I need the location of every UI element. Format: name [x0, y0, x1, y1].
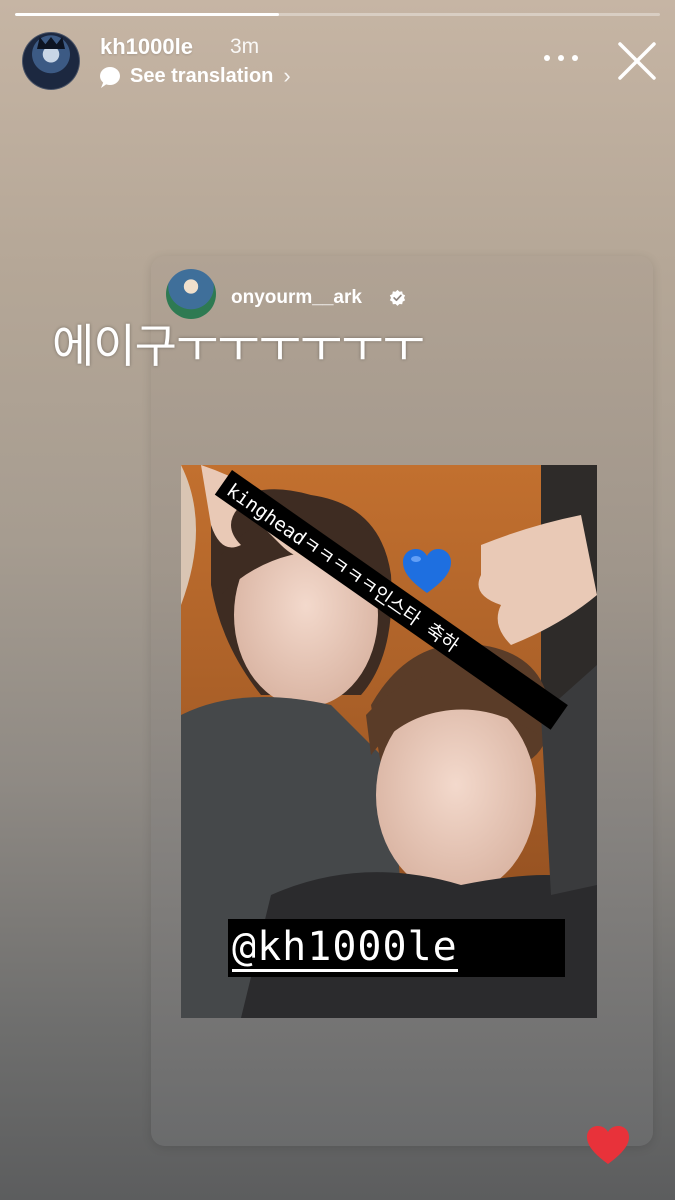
verified-badge-icon — [389, 289, 406, 306]
story-time-ago: 3m — [230, 35, 260, 58]
mention-sticker[interactable]: @kh1000le — [228, 919, 565, 977]
story-caption-text: 에이구ㅜㅜㅜㅜㅜㅜ — [52, 319, 425, 373]
speech-bubble-icon — [100, 67, 120, 85]
heart-icon[interactable] — [585, 1124, 631, 1166]
story-username[interactable]: kh1000le — [100, 34, 193, 60]
see-translation-label: See translation — [130, 64, 274, 87]
more-options-icon[interactable] — [544, 48, 578, 68]
blue-heart-emoji — [403, 549, 451, 593]
crown-icon — [37, 37, 65, 49]
close-icon[interactable] — [616, 40, 658, 82]
mention-text[interactable]: @kh1000le — [232, 925, 458, 972]
profile-avatar[interactable] — [22, 32, 80, 90]
story-header: kh1000le 3m See translation › — [20, 30, 660, 92]
chevron-right-icon: › — [283, 63, 291, 88]
story-progress-bar — [15, 13, 660, 16]
shared-post-username[interactable]: onyourm__ark — [231, 287, 362, 309]
story-progress-fill — [15, 13, 280, 16]
see-translation-button[interactable]: See translation › — [100, 63, 291, 89]
